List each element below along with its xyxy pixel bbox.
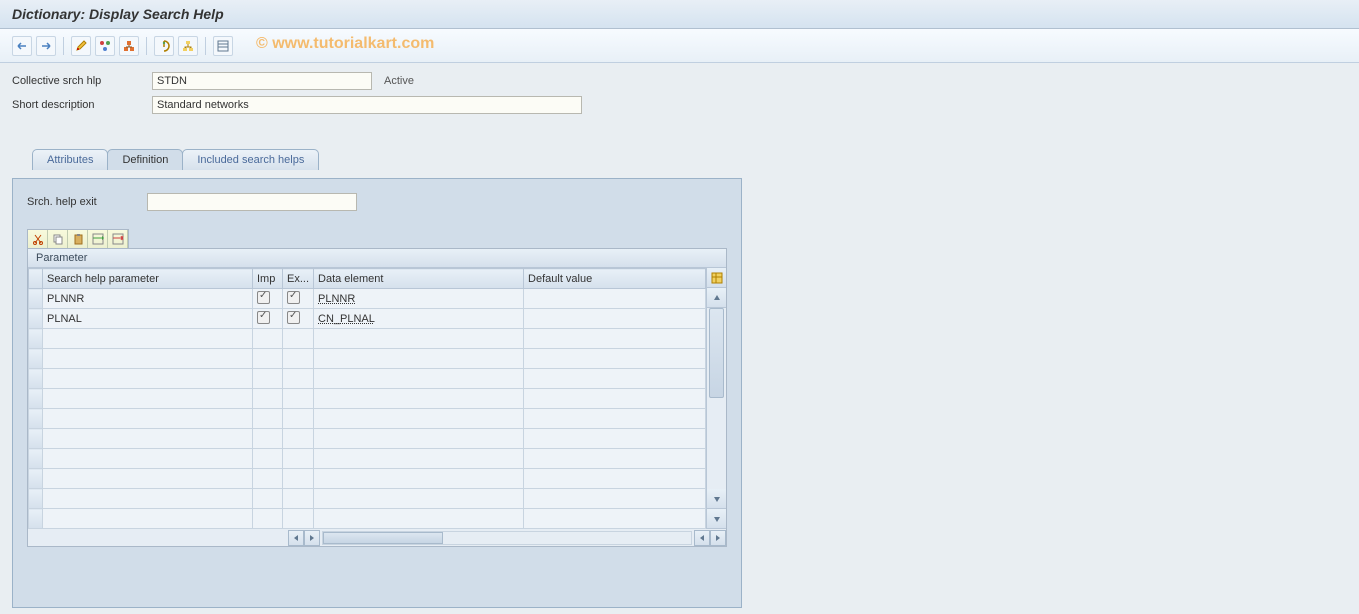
- col-exp[interactable]: Ex...: [283, 269, 314, 289]
- activate-icon[interactable]: [154, 36, 174, 56]
- horizontal-scrollbar[interactable]: [28, 528, 726, 546]
- table-row[interactable]: [29, 369, 706, 389]
- col-default[interactable]: Default value: [524, 269, 706, 289]
- insert-row-icon[interactable]: [88, 230, 108, 248]
- parameter-group-title: Parameter: [28, 249, 726, 268]
- check-icon[interactable]: [119, 36, 139, 56]
- table-row[interactable]: [29, 389, 706, 409]
- table-row[interactable]: [29, 469, 706, 489]
- cell-exp[interactable]: [283, 289, 314, 309]
- cell-exp[interactable]: [283, 309, 314, 329]
- other-object-icon[interactable]: [95, 36, 115, 56]
- col-data-element[interactable]: Data element: [314, 269, 524, 289]
- cell-param[interactable]: PLNNR: [43, 289, 253, 309]
- app-toolbar: © www.tutorialkart.com: [0, 29, 1359, 63]
- tab-definition[interactable]: Definition: [107, 149, 183, 170]
- tab-content-definition: Srch. help exit Parameter Search help pa…: [12, 178, 742, 608]
- tab-attributes[interactable]: Attributes: [32, 149, 108, 170]
- srch-exit-field[interactable]: [147, 193, 357, 211]
- col-imp[interactable]: Imp: [253, 269, 283, 289]
- parameter-table: Search help parameter Imp Ex... Data ele…: [28, 268, 706, 529]
- form-area: Collective srch hlp Active Short descrip…: [0, 63, 1359, 178]
- table-row[interactable]: [29, 449, 706, 469]
- table-utility-column: [706, 268, 726, 529]
- watermark: © www.tutorialkart.com: [256, 35, 434, 53]
- delete-row-icon[interactable]: [108, 230, 128, 248]
- tab-strip: Attributes Definition Included search he…: [12, 149, 1347, 170]
- tab-included[interactable]: Included search helps: [182, 149, 319, 170]
- table-row[interactable]: [29, 489, 706, 509]
- srch-exit-label: Srch. help exit: [27, 196, 147, 208]
- parameter-group: Parameter Search help parameter Imp Ex..…: [27, 248, 727, 547]
- table-settings-icon[interactable]: [707, 268, 726, 288]
- col-rowselector[interactable]: [29, 269, 43, 289]
- scroll-down-small-icon[interactable]: [707, 489, 726, 509]
- page-title: Dictionary: Display Search Help: [0, 0, 1359, 29]
- table-row[interactable]: [29, 409, 706, 429]
- cell-imp[interactable]: [253, 309, 283, 329]
- shortdesc-label: Short description: [12, 99, 152, 111]
- collective-field[interactable]: [152, 72, 372, 90]
- collective-label: Collective srch hlp: [12, 75, 152, 87]
- shortdesc-field[interactable]: [152, 96, 582, 114]
- col-search-param[interactable]: Search help parameter: [43, 269, 253, 289]
- cell-de[interactable]: PLNNR: [314, 289, 524, 309]
- cell-param[interactable]: PLNAL: [43, 309, 253, 329]
- checkbox-icon[interactable]: [257, 311, 270, 324]
- table-row[interactable]: [29, 509, 706, 529]
- table-row[interactable]: PLNAL CN_PLNAL: [29, 309, 706, 329]
- row-selector[interactable]: [29, 289, 43, 309]
- cell-default[interactable]: [524, 289, 706, 309]
- table-row[interactable]: [29, 429, 706, 449]
- scroll-right-small-icon[interactable]: [304, 530, 320, 546]
- cell-de[interactable]: CN_PLNAL: [314, 309, 524, 329]
- copy-icon[interactable]: [48, 230, 68, 248]
- display-object-list-icon[interactable]: [213, 36, 233, 56]
- table-row[interactable]: [29, 329, 706, 349]
- where-used-icon[interactable]: [178, 36, 198, 56]
- scroll-down-icon[interactable]: [707, 509, 726, 529]
- back-icon[interactable]: [12, 36, 32, 56]
- table-row[interactable]: [29, 349, 706, 369]
- scroll-right-icon[interactable]: [710, 530, 726, 546]
- scroll-up-icon[interactable]: [707, 288, 726, 308]
- display-change-icon[interactable]: [71, 36, 91, 56]
- checkbox-icon[interactable]: [287, 311, 300, 324]
- vertical-scrollbar[interactable]: [707, 308, 726, 489]
- cut-icon[interactable]: [28, 230, 48, 248]
- paste-icon[interactable]: [68, 230, 88, 248]
- table-mini-toolbar: [27, 229, 129, 248]
- cell-imp[interactable]: [253, 289, 283, 309]
- table-row[interactable]: PLNNR PLNNR: [29, 289, 706, 309]
- scroll-left-small-icon[interactable]: [694, 530, 710, 546]
- cell-default[interactable]: [524, 309, 706, 329]
- status-text: Active: [384, 75, 414, 87]
- checkbox-icon[interactable]: [257, 291, 270, 304]
- checkbox-icon[interactable]: [287, 291, 300, 304]
- row-selector[interactable]: [29, 309, 43, 329]
- scroll-left-icon[interactable]: [288, 530, 304, 546]
- forward-icon[interactable]: [36, 36, 56, 56]
